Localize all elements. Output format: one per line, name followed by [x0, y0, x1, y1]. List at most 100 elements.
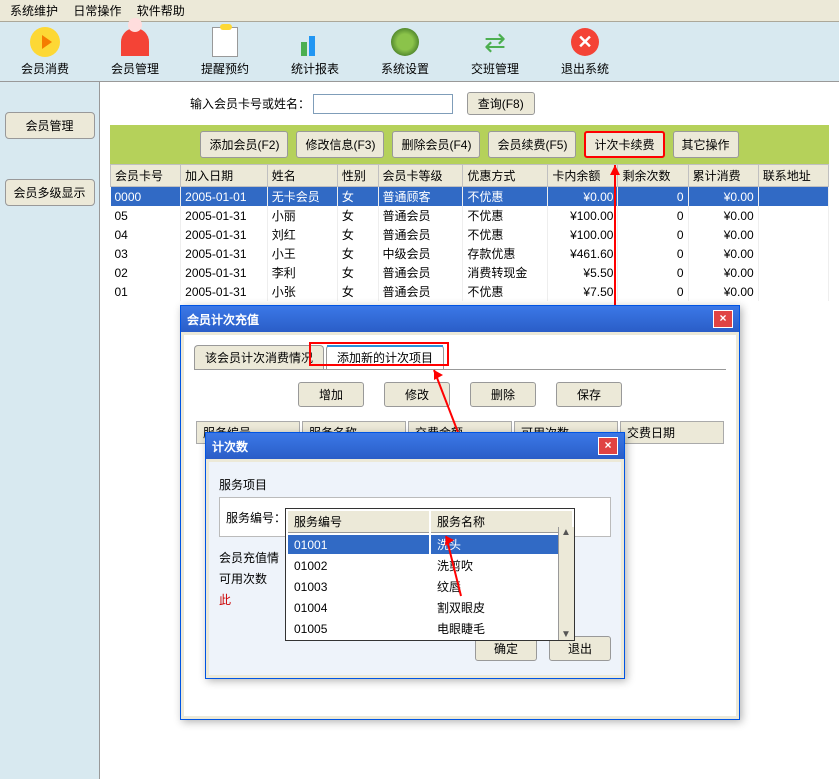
- dropdown-row[interactable]: 01002洗剪吹: [288, 556, 572, 575]
- cell-spend: ¥0.00: [688, 225, 758, 244]
- dialog1-add-button[interactable]: 增加: [298, 382, 364, 407]
- count-renew-button[interactable]: 计次卡续费: [584, 131, 664, 158]
- times-label: 可用次数: [219, 570, 267, 587]
- chart-icon: [299, 26, 331, 58]
- menu-daily[interactable]: 日常操作: [67, 2, 127, 20]
- cell-addr: [758, 244, 828, 263]
- table-header[interactable]: 联系地址: [758, 165, 828, 187]
- sidebar-multi-display[interactable]: 会员多级显示: [5, 179, 95, 206]
- cell-sex: 女: [337, 244, 378, 263]
- table-header[interactable]: 性别: [337, 165, 378, 187]
- toolbar-gear[interactable]: 系统设置: [360, 26, 450, 77]
- delete-member-button[interactable]: 删除会员(F4): [392, 131, 480, 158]
- dropdown-row[interactable]: 01005电眼睫毛: [288, 619, 572, 638]
- dropdown-code: 01005: [288, 619, 429, 638]
- dropdown-code: 01001: [288, 535, 429, 554]
- table-header[interactable]: 剩余次数: [618, 165, 688, 187]
- dropdown-row[interactable]: 01001洗头: [288, 535, 572, 554]
- clip-icon: [209, 26, 241, 58]
- table-header[interactable]: 会员卡号: [111, 165, 181, 187]
- toolbar-chart[interactable]: 统计报表: [270, 26, 360, 77]
- dropdown-name: 电眼睫毛: [431, 619, 572, 638]
- table-header[interactable]: 会员卡等级: [378, 165, 463, 187]
- dialog1-delete-button[interactable]: 删除: [470, 382, 536, 407]
- table-header[interactable]: 卡内余额: [548, 165, 618, 187]
- toolbar-play[interactable]: 会员消费: [0, 26, 90, 77]
- toolbar-label: 系统设置: [381, 60, 429, 77]
- cell-date: 2005-01-31: [181, 206, 268, 225]
- table-row[interactable]: 052005-01-31小丽女普通会员不优惠¥100.000¥0.00: [111, 206, 829, 225]
- cell-card: 01: [111, 282, 181, 301]
- table-header[interactable]: 姓名: [267, 165, 337, 187]
- toolbar-exit[interactable]: 退出系统: [540, 26, 630, 77]
- add-member-button[interactable]: 添加会员(F2): [200, 131, 288, 158]
- menubar: 系统维护 日常操作 软件帮助: [0, 0, 839, 22]
- recharge-label: 会员充值情: [219, 549, 279, 566]
- cell-date: 2005-01-31: [181, 282, 268, 301]
- cell-card: 04: [111, 225, 181, 244]
- cell-times: 0: [618, 206, 688, 225]
- dropdown-name: 洗剪吹: [431, 556, 572, 575]
- cell-times: 0: [618, 225, 688, 244]
- cell-balance: ¥100.00: [548, 225, 618, 244]
- cell-balance: ¥461.60: [548, 244, 618, 263]
- dropdown-row[interactable]: 01004割双眼皮: [288, 598, 572, 617]
- search-label: 输入会员卡号或姓名：: [190, 97, 310, 111]
- toolbar-person[interactable]: 会员管理: [90, 26, 180, 77]
- cell-sex: 女: [337, 187, 378, 207]
- cell-level: 中级会员: [378, 244, 463, 263]
- cell-date: 2005-01-31: [181, 244, 268, 263]
- tab-add-count-item[interactable]: 添加新的计次项目: [326, 345, 444, 369]
- dropdown-scrollbar[interactable]: [558, 527, 574, 640]
- dialog2-title: 计次数: [212, 438, 248, 455]
- cell-spend: ¥0.00: [688, 244, 758, 263]
- other-ops-button[interactable]: 其它操作: [673, 131, 739, 158]
- arrow-icon: ⇄: [479, 26, 511, 58]
- gear-icon: [389, 26, 421, 58]
- cell-name: 小张: [267, 282, 337, 301]
- toolbar-label: 提醒预约: [201, 60, 249, 77]
- sidebar: 会员管理 会员多级显示: [0, 82, 100, 779]
- menu-help[interactable]: 软件帮助: [131, 2, 191, 20]
- dropdown-code: 01002: [288, 556, 429, 575]
- cell-discount: 不优惠: [463, 282, 548, 301]
- renew-member-button[interactable]: 会员续费(F5): [488, 131, 576, 158]
- cell-addr: [758, 282, 828, 301]
- table-row[interactable]: 00002005-01-01无卡会员女普通顾客不优惠¥0.000¥0.00: [111, 187, 829, 207]
- table-header[interactable]: 累计消费: [688, 165, 758, 187]
- dialog2-close-button[interactable]: ×: [598, 437, 618, 455]
- cell-balance: ¥5.50: [548, 263, 618, 282]
- edit-member-button[interactable]: 修改信息(F3): [296, 131, 384, 158]
- tab-consume-history[interactable]: 该会员计次消费情况: [194, 345, 324, 369]
- dialog1-save-button[interactable]: 保存: [556, 382, 622, 407]
- toolbar-arrow[interactable]: ⇄ 交班管理: [450, 26, 540, 77]
- dropdown-row[interactable]: 01003纹唇: [288, 577, 572, 596]
- cell-level: 普通顾客: [378, 187, 463, 207]
- table-header[interactable]: 优惠方式: [463, 165, 548, 187]
- menu-sys[interactable]: 系统维护: [4, 2, 64, 20]
- action-bar: 添加会员(F2) 修改信息(F3) 删除会员(F4) 会员续费(F5) 计次卡续…: [110, 125, 829, 164]
- service-dropdown[interactable]: 服务编号 服务名称 01001洗头01002洗剪吹01003纹唇01004割双眼…: [285, 508, 575, 641]
- cell-addr: [758, 225, 828, 244]
- search-input[interactable]: [313, 94, 453, 114]
- cell-name: 李利: [267, 263, 337, 282]
- sidebar-member-mgmt[interactable]: 会员管理: [5, 112, 95, 139]
- cell-card: 03: [111, 244, 181, 263]
- dropdown-name: 割双眼皮: [431, 598, 572, 617]
- table-row[interactable]: 022005-01-31李利女普通会员消费转现金¥5.500¥0.00: [111, 263, 829, 282]
- search-button[interactable]: 查询(F8): [467, 92, 535, 115]
- dialog1-edit-button[interactable]: 修改: [384, 382, 450, 407]
- cell-spend: ¥0.00: [688, 206, 758, 225]
- toolbar-label: 交班管理: [471, 60, 519, 77]
- cell-times: 0: [618, 282, 688, 301]
- cell-addr: [758, 187, 828, 207]
- dialog1-close-button[interactable]: ×: [713, 310, 733, 328]
- cell-times: 0: [618, 263, 688, 282]
- table-header[interactable]: 加入日期: [181, 165, 268, 187]
- toolbar-clip[interactable]: 提醒预约: [180, 26, 270, 77]
- table-row[interactable]: 012005-01-31小张女普通会员不优惠¥7.500¥0.00: [111, 282, 829, 301]
- table-row[interactable]: 042005-01-31刘红女普通会员不优惠¥100.000¥0.00: [111, 225, 829, 244]
- cell-card: 02: [111, 263, 181, 282]
- table-row[interactable]: 032005-01-31小王女中级会员存款优惠¥461.600¥0.00: [111, 244, 829, 263]
- dropdown-col-code: 服务编号: [288, 511, 429, 533]
